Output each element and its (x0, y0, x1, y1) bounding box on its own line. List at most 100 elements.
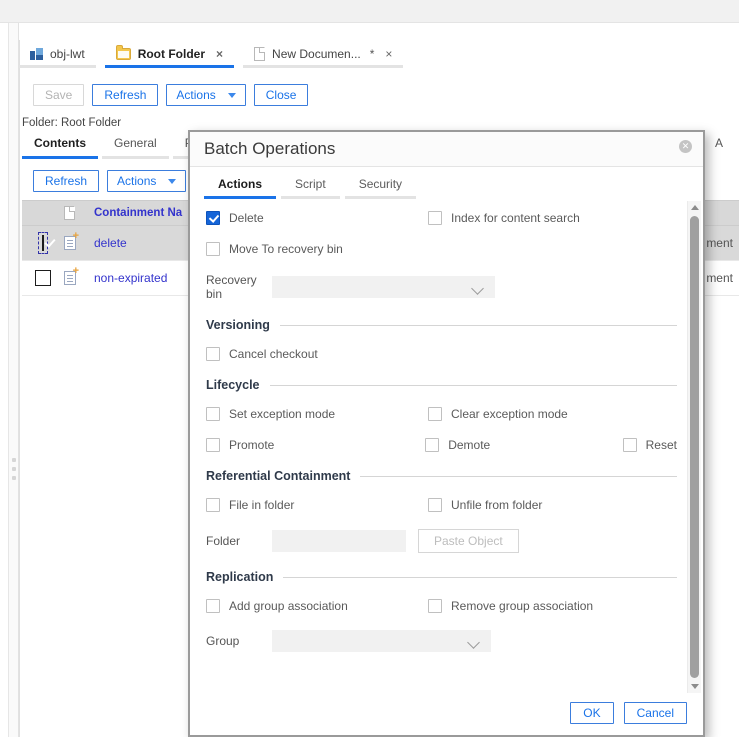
row-checkbox[interactable] (42, 235, 44, 251)
recovery-bin-field-row: Recovery bin (206, 273, 677, 301)
add-group-association-checkbox[interactable] (206, 599, 220, 613)
chevron-down-icon (467, 636, 480, 649)
promote-checkbox[interactable] (206, 438, 220, 452)
folder-icon (115, 44, 131, 60)
option-label: Promote (229, 438, 275, 452)
window-tab-root-folder[interactable]: Root Folder × (104, 42, 235, 68)
scroll-down-button[interactable] (688, 680, 701, 693)
document-icon (254, 46, 266, 61)
recovery-bin-label: Recovery bin (206, 273, 257, 301)
dialog-tabs: Actions Script Security (190, 167, 703, 199)
tab-gap (234, 39, 243, 68)
option-cancel-checkout-wrap: Cancel checkout (206, 347, 428, 361)
delete-checkbox[interactable] (206, 211, 220, 225)
option-label: File in folder (229, 498, 295, 512)
refresh-button[interactable]: Refresh (92, 84, 159, 106)
index-for-content-search-checkbox[interactable] (428, 211, 442, 225)
option-add-group-association[interactable]: Add group association (206, 599, 428, 613)
clear-exception-mode-checkbox[interactable] (428, 407, 442, 421)
chevron-down-icon (471, 282, 484, 295)
row-checkbox[interactable] (35, 270, 51, 286)
tab-actions[interactable]: Actions (204, 177, 277, 199)
contents-refresh-button[interactable]: Refresh (33, 170, 100, 192)
chevron-down-icon (227, 92, 236, 98)
section-versioning: Versioning (206, 318, 677, 332)
section-divider (269, 384, 677, 386)
demote-checkbox[interactable] (425, 438, 440, 452)
tab-contents[interactable]: Contents (22, 136, 98, 159)
option-label: Move To recovery bin (229, 242, 343, 256)
tab-script[interactable]: Script (281, 177, 340, 199)
option-reset[interactable]: Reset (622, 438, 677, 452)
window-tab-label: Root Folder (137, 46, 206, 61)
dialog-title: Batch Operations (204, 139, 336, 158)
row-select-cell[interactable] (22, 232, 64, 254)
actions-dropdown-button[interactable]: Actions (166, 84, 246, 106)
contents-actions-dropdown-button[interactable]: Actions (107, 170, 187, 192)
lifecycle-options-row-1: Set exception mode Clear exception mode (206, 407, 677, 421)
dialog-footer: OK Cancel (190, 695, 703, 735)
save-button[interactable]: Save (33, 84, 85, 106)
recovery-bin-select[interactable] (272, 276, 495, 298)
tab-attributes-fragment[interactable]: A (715, 136, 723, 150)
close-icon[interactable]: ✕ (679, 140, 692, 153)
option-promote[interactable]: Promote (206, 438, 425, 452)
option-unfile-from-folder-wrap: Unfile from folder (428, 498, 628, 512)
chevron-down-icon (690, 684, 699, 689)
section-title: Lifecycle (206, 378, 260, 392)
option-set-exception-mode[interactable]: Set exception mode (206, 407, 428, 421)
tab-security[interactable]: Security (344, 177, 417, 199)
paste-object-button[interactable]: Paste Object (418, 529, 519, 553)
window-tab-label: New Documen... (272, 46, 361, 61)
option-delete[interactable]: Delete (206, 211, 428, 225)
option-clear-exception-mode[interactable]: Clear exception mode (428, 407, 628, 421)
option-move-recovery-wrap: Move To recovery bin (206, 242, 428, 256)
option-file-in-folder-wrap: File in folder (206, 498, 428, 512)
window-tab-new-document[interactable]: New Documen... * × (243, 42, 404, 68)
lifecycle-options-row-2: Promote Demote Reset (206, 438, 677, 452)
cancel-button[interactable]: Cancel (623, 702, 687, 724)
option-unfile-from-folder[interactable]: Unfile from folder (428, 498, 628, 512)
row-select-cell[interactable] (22, 270, 64, 286)
option-label: Set exception mode (229, 407, 336, 421)
contents-toolbar: Refresh Actions (33, 170, 187, 192)
move-to-recovery-bin-checkbox[interactable] (206, 242, 220, 256)
main-toolbar: Save Refresh Actions Close (33, 84, 309, 106)
option-file-in-folder[interactable]: File in folder (206, 498, 428, 512)
option-label: Reset (645, 438, 677, 452)
option-index-for-content-search[interactable]: Index for content search (428, 211, 628, 225)
option-demote-wrap: Demote (425, 438, 622, 452)
folder-input[interactable] (272, 530, 406, 552)
remove-group-association-checkbox[interactable] (428, 599, 442, 613)
close-icon[interactable]: × (216, 47, 223, 61)
left-splitter-gutter[interactable] (9, 23, 19, 737)
option-move-to-recovery-bin[interactable]: Move To recovery bin (206, 242, 428, 256)
cancel-checkout-checkbox[interactable] (206, 347, 220, 361)
ok-button[interactable]: OK (570, 702, 614, 724)
dialog-scrollbar[interactable] (687, 201, 701, 693)
splitter-handle[interactable] (11, 458, 16, 480)
dialog-body: Delete Index for content search Move To … (190, 199, 703, 695)
unfile-from-folder-checkbox[interactable] (428, 498, 442, 512)
group-select[interactable] (272, 630, 491, 652)
splitter-dot (11, 467, 16, 471)
option-demote[interactable]: Demote (425, 438, 622, 452)
folder-label: Folder (206, 534, 241, 548)
chevron-down-icon (168, 178, 177, 184)
window-tab-obj-lwt[interactable]: obj-lwt (19, 42, 96, 68)
tab-general[interactable]: General (102, 136, 169, 159)
scroll-up-button[interactable] (688, 201, 701, 214)
option-cancel-checkout[interactable]: Cancel checkout (206, 347, 428, 361)
section-referential-containment: Referential Containment (206, 469, 677, 483)
set-exception-mode-checkbox[interactable] (206, 407, 220, 421)
reset-checkbox[interactable] (622, 438, 637, 452)
option-remove-group-association[interactable]: Remove group association (428, 599, 628, 613)
option-label: Clear exception mode (451, 407, 568, 421)
scrollbar-thumb[interactable] (690, 216, 699, 678)
close-icon[interactable]: × (385, 47, 392, 61)
file-in-folder-checkbox[interactable] (206, 498, 220, 512)
application-root: obj-lwt Root Folder × New Documen... * ×… (0, 0, 739, 737)
top-options-row-2: Move To recovery bin (206, 242, 677, 256)
group-field-row: Group (206, 630, 677, 652)
close-button[interactable]: Close (253, 84, 309, 106)
